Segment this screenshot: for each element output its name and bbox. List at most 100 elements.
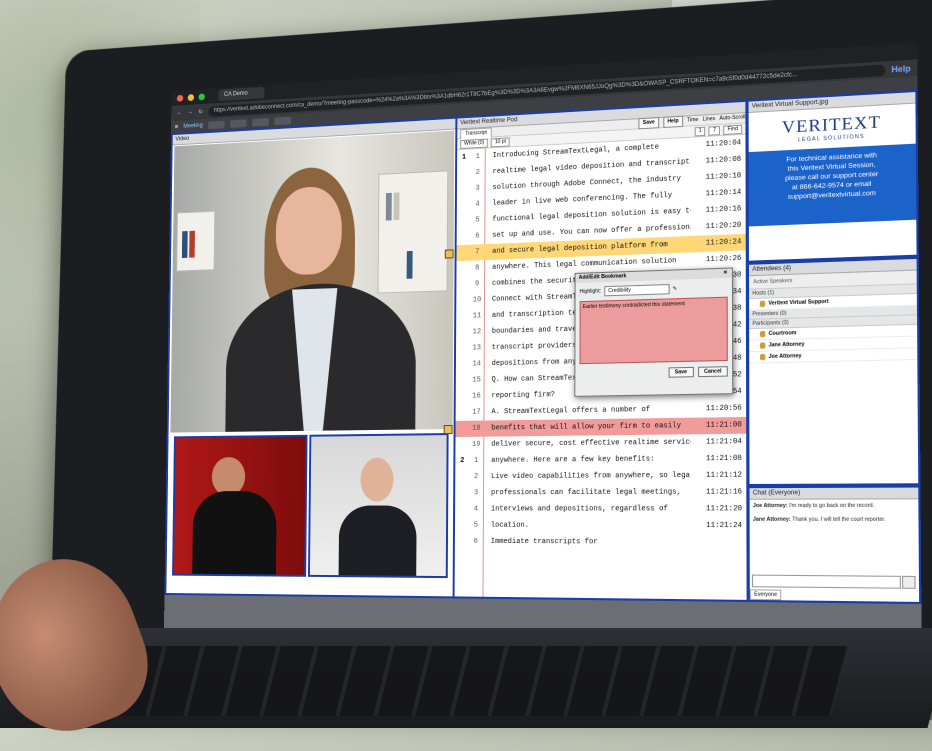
share-button[interactable] [274, 116, 291, 125]
line-number: 15 [470, 372, 484, 388]
lines-toggle[interactable]: Lines [703, 115, 716, 125]
page-number [457, 165, 471, 182]
timestamp: 11:21:08 [691, 450, 747, 467]
timestamp [691, 534, 747, 551]
active-speakers-label: Active Speakers [753, 278, 792, 286]
tab-transcript[interactable]: Transcript [460, 127, 492, 139]
close-icon[interactable]: ✕ [723, 269, 727, 278]
page-number [457, 181, 471, 198]
line-number: 3 [471, 180, 485, 197]
help-link[interactable]: Help [891, 63, 910, 74]
maximize-window-icon[interactable] [199, 93, 205, 100]
transcript-line[interactable]: 6 Immediate transcripts for [455, 534, 747, 552]
line-number: 1 [469, 453, 483, 469]
line-number: 3 [469, 485, 483, 501]
save-button[interactable]: Save [639, 117, 659, 129]
participant-icon [760, 342, 765, 348]
timestamp: 11:21:16 [691, 484, 747, 501]
close-window-icon[interactable] [177, 94, 183, 101]
timestamp: 11:21:24 [691, 518, 747, 535]
timestamp: 11:20:56 [691, 400, 746, 417]
bookmark-note-field[interactable]: Earlier testimony contradicted this stat… [579, 297, 727, 365]
attorney-video-feed[interactable] [308, 433, 449, 578]
autoscroll-toggle[interactable]: Auto-Scroll [719, 113, 745, 124]
timestamp: 11:21:20 [691, 501, 747, 518]
line-number: 18 [469, 421, 483, 437]
page-number [456, 277, 470, 293]
page-number [456, 293, 470, 309]
transcript-line[interactable]: 2 1 anywhere. Here are a few key benefits:… [455, 450, 746, 469]
attorney-suit [338, 505, 416, 578]
find-input[interactable]: Find [723, 124, 742, 134]
page-number [455, 437, 469, 453]
line-text: interviews and depositions, regardless o… [483, 501, 691, 518]
chat-title-text: Chat [753, 490, 767, 496]
chat-input[interactable] [752, 575, 901, 589]
judge-video-feed[interactable] [172, 435, 307, 577]
line-number: 6 [469, 534, 483, 550]
page-number [456, 261, 470, 277]
line-text: professionals can facilitate legal meeti… [483, 484, 691, 501]
transcript-line[interactable]: 5 location. 11:21:24 [455, 518, 746, 535]
font-size-select[interactable]: 10 pt [491, 137, 510, 147]
line-number: 12 [470, 324, 484, 340]
chat-sender: Jane Attorney: [753, 517, 791, 523]
microphone-button[interactable] [208, 120, 225, 129]
bookmark-save-button[interactable]: Save [668, 367, 693, 378]
reload-icon[interactable]: ↻ [198, 108, 203, 115]
bookmark-cancel-button[interactable]: Cancel [698, 366, 728, 377]
chat-text: I'm ready to go back on the record. [789, 503, 874, 509]
book [394, 192, 400, 220]
pencil-icon[interactable]: ✎ [673, 286, 677, 292]
time-toggle[interactable]: Time [687, 116, 698, 126]
participant-icon [760, 331, 765, 337]
line-number: 6 [470, 228, 484, 244]
attendee-item[interactable]: Joe Attorney [749, 348, 917, 363]
attendee-name: Jane Attorney [769, 341, 805, 348]
bookmark-dialog-title-text: Add/Edit Bookmark [579, 272, 627, 283]
attendee-name: Courtroom [769, 330, 797, 337]
timestamp: 11:20:24 [691, 234, 746, 253]
transcript-line[interactable]: 4 interviews and depositions, regardless … [455, 501, 746, 518]
attendees-pod: Attendees (4) Active Speakers Hosts (1) … [747, 257, 921, 486]
chat-tab-everyone[interactable]: Everyone [750, 589, 782, 600]
chat-sender: Joe Attorney: [753, 503, 788, 509]
line-number-field[interactable]: 7 [709, 125, 720, 135]
attendees-title-text: Attendees [752, 266, 781, 273]
attendee-status-button[interactable] [252, 118, 269, 127]
timestamp: 11:21:12 [691, 467, 747, 484]
page-number [456, 357, 470, 373]
camera-button[interactable] [230, 119, 247, 128]
host-icon [760, 301, 765, 307]
line-number: 19 [469, 437, 483, 453]
keyboard [111, 646, 848, 716]
line-number: 11 [470, 308, 484, 324]
transcript-line[interactable]: 3 professionals can facilitate legal meet… [455, 484, 746, 501]
help-button[interactable]: Help [663, 116, 683, 128]
book [407, 251, 413, 279]
line-number: 2 [469, 469, 483, 485]
page-number [455, 485, 469, 501]
dialog-buttons: Save Cancel [575, 363, 732, 383]
line-text: Live video capabilities from anywhere, s… [483, 468, 691, 486]
forward-icon[interactable]: → [187, 109, 193, 115]
meeting-menu[interactable]: Meeting [183, 122, 202, 129]
line-number: 8 [470, 260, 484, 276]
send-icon[interactable] [902, 576, 916, 589]
back-icon[interactable]: ← [177, 110, 182, 116]
page-number [457, 245, 471, 261]
line-text: deliver secure, cost effective realtime … [483, 434, 691, 453]
page-number-field[interactable]: 1 [694, 126, 705, 136]
transcript-line[interactable]: 2 Live video capabilities from anywhere, … [455, 467, 746, 485]
bookmark-icon[interactable] [444, 425, 453, 434]
browser-tab[interactable]: CA Demo [218, 87, 264, 101]
bookmark-icon[interactable] [445, 249, 454, 258]
page-number: 2 [455, 453, 469, 469]
minimize-window-icon[interactable] [188, 94, 194, 101]
highlight-select[interactable]: Credibility [604, 284, 669, 296]
line-number: 17 [469, 404, 483, 420]
color-select[interactable]: White (0) [460, 138, 488, 148]
line-number: 7 [470, 244, 484, 260]
page-number: 1 [457, 149, 471, 166]
page-number [456, 421, 470, 437]
